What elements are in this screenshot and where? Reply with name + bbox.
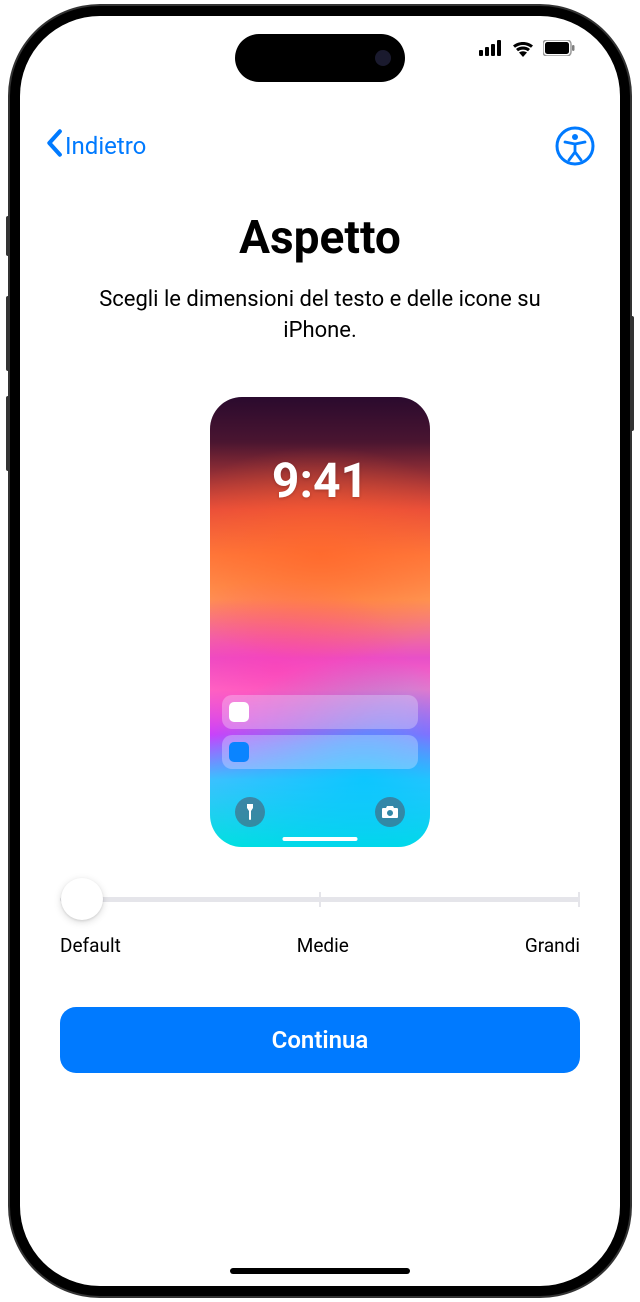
side-button [6, 216, 10, 256]
navigation-bar: Indietro [20, 126, 620, 166]
slider-tick [578, 892, 580, 907]
slider-tick [319, 892, 321, 907]
preview-notification [222, 735, 418, 769]
volume-up-button [6, 296, 10, 371]
preview-shortcuts [210, 797, 430, 827]
preview-home-indicator [283, 837, 358, 841]
page-subtitle: Scegli le dimensioni del testo e delle i… [60, 285, 580, 347]
back-label: Indietro [65, 132, 146, 160]
appearance-preview: 9:41 [210, 397, 430, 847]
camera-icon [375, 797, 405, 827]
preview-notification [222, 695, 418, 729]
continue-button[interactable]: Continua [60, 1007, 580, 1073]
device-frame: Indietro Aspetto Scegli le dimensioni de… [10, 6, 630, 1296]
slider-label-max: Grandi [525, 934, 580, 957]
preview-clock: 9:41 [210, 452, 430, 509]
screen: Indietro Aspetto Scegli le dimensioni de… [20, 16, 620, 1286]
dynamic-island [235, 34, 405, 82]
home-indicator[interactable] [230, 1268, 410, 1274]
slider-label-min: Default [60, 934, 121, 957]
main-content: Aspetto Scegli le dimensioni del testo e… [20, 211, 620, 1286]
cellular-signal-icon [479, 38, 503, 62]
page-title: Aspetto [239, 211, 401, 265]
slider-track [60, 897, 580, 902]
flashlight-icon [235, 797, 265, 827]
back-button[interactable]: Indietro [45, 129, 146, 163]
slider-label-mid: Medie [297, 934, 349, 957]
slider-labels: Default Medie Grandi [60, 934, 580, 957]
volume-down-button [6, 396, 10, 471]
size-slider[interactable] [60, 897, 580, 902]
status-bar [479, 38, 575, 62]
slider-thumb[interactable] [61, 878, 103, 920]
battery-icon [543, 40, 575, 60]
wifi-icon [511, 38, 535, 62]
accessibility-button[interactable] [555, 126, 595, 166]
power-button [630, 316, 634, 431]
chevron-left-icon [45, 129, 63, 163]
